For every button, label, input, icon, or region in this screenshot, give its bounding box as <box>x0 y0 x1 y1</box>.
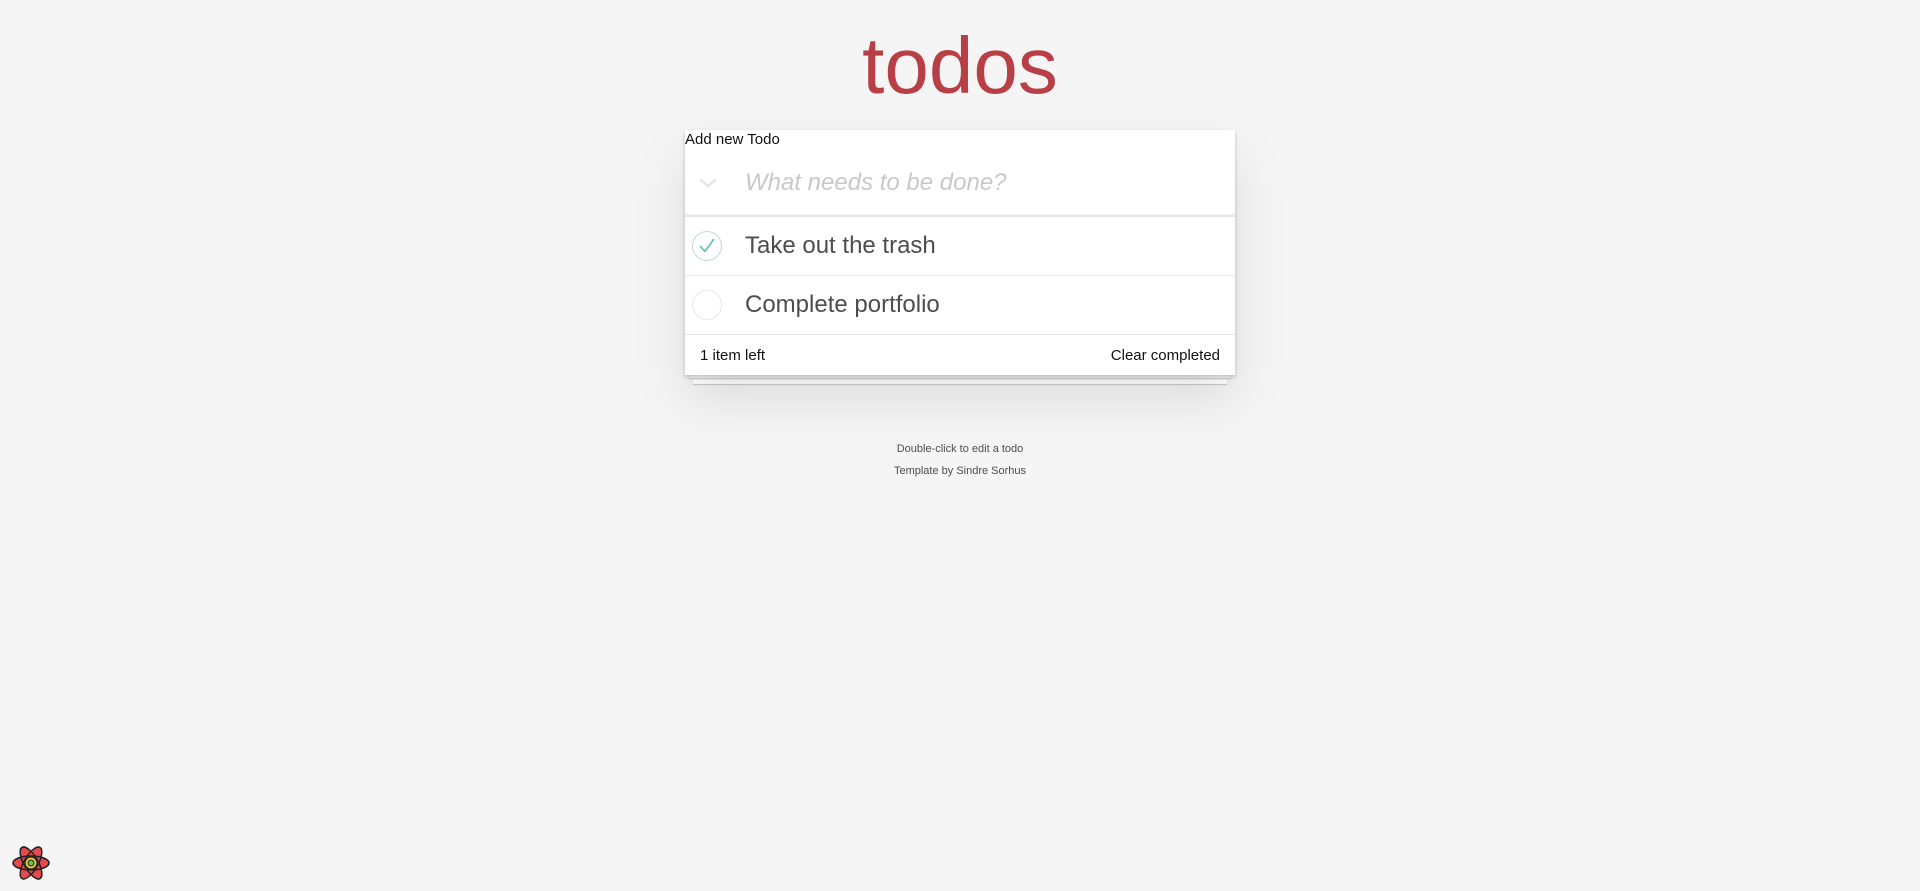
chevron-down-icon <box>699 178 716 187</box>
todo-label: Complete portfolio <box>745 291 940 318</box>
app-title: todos <box>862 21 1058 110</box>
react-devtools-button[interactable] <box>10 842 52 884</box>
todo-label: Take out the trash <box>745 232 936 259</box>
template-author-link[interactable]: Sindre Sorhus <box>956 465 1026 477</box>
toggle-all-button[interactable] <box>685 150 730 215</box>
react-logo-icon <box>12 846 50 880</box>
items-left-count: 1 item left <box>700 346 766 364</box>
todo-toggle-checkbox[interactable] <box>692 231 722 261</box>
new-todo-row <box>685 150 1235 216</box>
todo-item[interactable]: Complete portfolio <box>685 276 1235 335</box>
template-credit: Template by Sindre Sorhus <box>0 460 1920 482</box>
checkmark-icon <box>699 238 715 253</box>
template-credit-prefix: Template by <box>893 465 957 477</box>
new-todo-input[interactable] <box>745 150 1225 215</box>
todo-toggle-checkbox[interactable] <box>692 290 722 320</box>
edit-hint-text: Double-click to edit a todo <box>896 443 1024 455</box>
todo-app-panel: Add new Todo Take out the trash Complete… <box>685 130 1235 375</box>
todo-item[interactable]: Take out the trash <box>685 217 1235 276</box>
clear-completed-button[interactable]: Clear completed <box>1111 347 1220 364</box>
add-todo-label: Add new Todo <box>685 131 780 148</box>
todo-footer: 1 item left Clear completed <box>685 335 1235 375</box>
stack-shadow-layer <box>693 378 1227 384</box>
info-footer: Double-click to edit a todo Template by … <box>0 438 1920 482</box>
todo-list: Take out the trash Complete portfolio <box>685 216 1235 335</box>
